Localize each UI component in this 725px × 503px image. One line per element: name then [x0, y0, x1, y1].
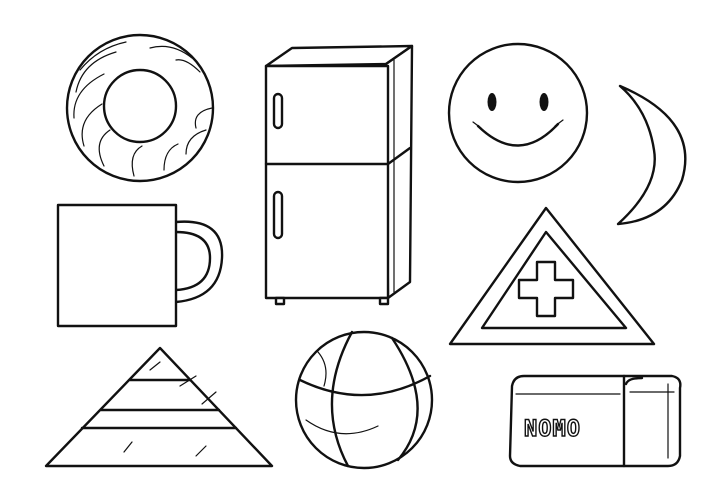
crescent-moon-icon	[616, 84, 687, 226]
eraser-icon: NOMO	[508, 374, 682, 468]
eraser-label: NOMO	[524, 417, 581, 442]
donut-icon	[65, 33, 215, 183]
smiley-face-icon	[447, 42, 589, 184]
warning-sign-icon	[448, 206, 656, 346]
mug-icon	[56, 203, 224, 328]
shapes-worksheet: NOMO	[44, 33, 687, 470]
basketball-icon	[294, 330, 434, 470]
pyramid-icon	[44, 346, 274, 468]
fridge-icon	[264, 44, 414, 306]
